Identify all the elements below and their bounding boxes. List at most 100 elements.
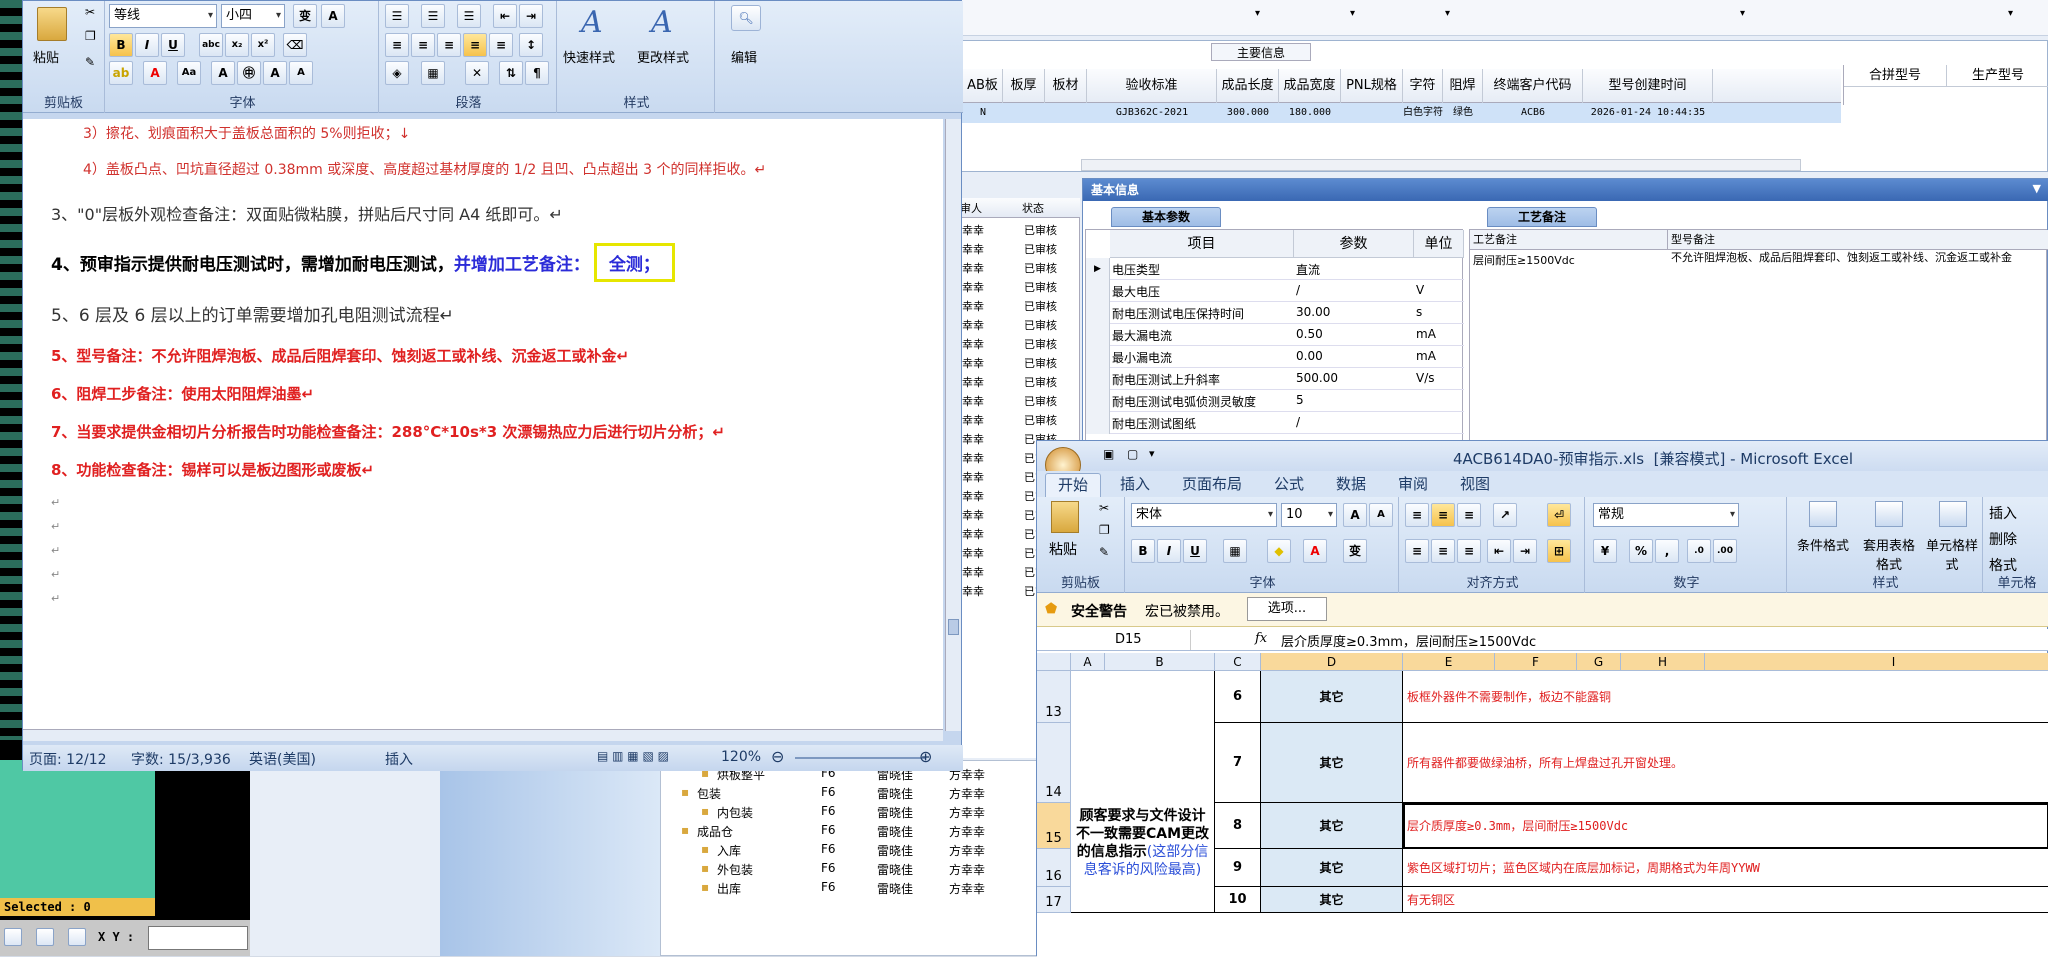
excel-tab[interactable]: 数据 bbox=[1323, 473, 1379, 497]
excel-indent-dec[interactable]: ⇤ bbox=[1487, 539, 1511, 563]
align-center-button[interactable]: ≡ bbox=[411, 33, 435, 57]
bullets-button[interactable]: ☰ bbox=[385, 4, 409, 28]
merge-center-button[interactable]: ⊞ bbox=[1547, 539, 1571, 563]
grid-cell[interactable]: ACB6 bbox=[1483, 103, 1583, 123]
excel-paste-icon[interactable] bbox=[1051, 501, 1079, 533]
grid-col-header[interactable]: PNL规格 bbox=[1341, 69, 1403, 103]
tree-row[interactable]: ▪ 出库 F6 雷晓佳 方幸幸 bbox=[661, 879, 1081, 898]
change-styles-button[interactable]: 更改样式 bbox=[637, 47, 689, 66]
excel-align-right[interactable]: ≡ bbox=[1457, 539, 1481, 563]
grid-cell[interactable] bbox=[1045, 103, 1087, 123]
font-color-button[interactable]: A bbox=[143, 61, 167, 85]
cad-xy-input[interactable] bbox=[148, 926, 248, 950]
zoom-level[interactable]: 120% bbox=[721, 749, 761, 765]
excel-cut-icon[interactable]: ✂ bbox=[1099, 501, 1109, 515]
audit-row[interactable]: 幸幸 已审核 bbox=[960, 258, 1080, 277]
audit-col-header[interactable]: 状态 bbox=[1022, 200, 1080, 216]
audit-row[interactable]: 幸幸 已审核 bbox=[960, 296, 1080, 315]
grid-cell[interactable]: 绿色 bbox=[1443, 103, 1483, 123]
doc-line-withstand[interactable]: 4、预审指示提供耐电压测试时，需增加耐电压测试，并增加工艺备注： 全测； bbox=[51, 243, 675, 282]
excel-fill-button[interactable]: ◆ bbox=[1267, 539, 1291, 563]
param-row[interactable]: 耐电压测试电弧侦测灵敏度 5 bbox=[1086, 390, 1464, 412]
grid-cell[interactable]: GJB362C-2021 bbox=[1087, 103, 1217, 123]
excel-tab[interactable]: 页面布局 bbox=[1169, 473, 1255, 497]
horizontal-scrollbar[interactable] bbox=[1081, 159, 1801, 171]
excel-tab[interactable]: 插入 bbox=[1107, 473, 1163, 497]
row-header[interactable]: 16 bbox=[1037, 849, 1071, 887]
cell-c[interactable]: 其它 bbox=[1261, 849, 1403, 887]
audit-col-header[interactable]: 审人 bbox=[960, 200, 1018, 216]
excel-font-combo[interactable]: 宋体 bbox=[1131, 503, 1277, 527]
audit-row[interactable]: 幸幸 已审核 bbox=[960, 315, 1080, 334]
superscript-button[interactable]: x² bbox=[251, 33, 275, 57]
process-note-text[interactable]: 层间耐压≥1500Vdc bbox=[1473, 252, 1663, 268]
quick-styles-button[interactable]: 快速样式 bbox=[563, 47, 615, 66]
cell-d[interactable]: 所有器件都要做绿油桥，所有上焊盘过孔开窗处理。 bbox=[1403, 723, 2048, 803]
cut-icon[interactable]: ✂ bbox=[85, 5, 95, 19]
grid-cell[interactable]: 白色字符 bbox=[1403, 103, 1443, 123]
tree-row[interactable]: ▪ 包装 F6 雷晓佳 方幸幸 bbox=[661, 784, 1081, 803]
cell-b[interactable]: 8 bbox=[1215, 803, 1261, 849]
char-shading-button[interactable]: A bbox=[321, 4, 345, 28]
cad-tool-icon[interactable] bbox=[36, 928, 54, 946]
percent-button[interactable]: % bbox=[1629, 539, 1653, 563]
doc-line-model-note[interactable]: 5、型号备注：不允许阻焊泡板、成品后阻焊套印、蚀刻返工或补线、沉金返工或补金↵ bbox=[51, 345, 629, 366]
column-header[interactable]: H bbox=[1621, 653, 1705, 671]
grid-cell[interactable] bbox=[1341, 103, 1403, 123]
doc-line-outer-check[interactable]: 3、"0"层板外观检查备注：双面贴微粘膜，拼贴后尺寸同 A4 纸即可。↵ bbox=[51, 201, 563, 225]
distributed-button[interactable]: ≡ bbox=[489, 33, 513, 57]
justify-button[interactable]: ≡ bbox=[463, 33, 487, 57]
excel-tab[interactable]: 开始 bbox=[1045, 473, 1101, 497]
cell-b[interactable]: 6 bbox=[1215, 671, 1261, 723]
zoom-slider[interactable] bbox=[795, 757, 925, 759]
scroll-thumb[interactable] bbox=[948, 619, 959, 635]
model-note-text[interactable]: 不允许阻焊泡板、成品后阻焊套印、蚀刻返工或补线、沉金返工或补金 bbox=[1671, 252, 2041, 264]
doc-horizontal-scrollbar[interactable] bbox=[23, 729, 943, 741]
column-header[interactable]: I bbox=[1705, 653, 2048, 671]
vertical-scrollbar[interactable] bbox=[945, 119, 961, 731]
insert-mode[interactable]: 插入 bbox=[385, 749, 413, 769]
show-marks-button[interactable]: ¶ bbox=[525, 61, 549, 85]
delete-cells-button[interactable]: 删除 bbox=[1989, 529, 2017, 549]
orientation-button[interactable]: ↗ bbox=[1493, 503, 1517, 527]
column-header[interactable]: B bbox=[1105, 653, 1215, 671]
doc-line-4[interactable]: 4）盖板凸点、凹坑直径超过 0.38mm 或深度、高度超过基材厚度的 1/2 且… bbox=[83, 159, 766, 179]
param-row[interactable]: 耐电压测试电压保持时间 30.00 s bbox=[1086, 302, 1464, 324]
grid-cell[interactable]: 300.000 bbox=[1217, 103, 1279, 123]
cad-tool-icon[interactable] bbox=[68, 928, 86, 946]
grid-selected-row[interactable]: N GJB362C-2021 300.000 180.000 白色字符 绿色 ACB6 202… bbox=[961, 103, 1841, 123]
language[interactable]: 英语(美国) bbox=[249, 749, 316, 769]
numbering-button[interactable]: ☰ bbox=[421, 4, 445, 28]
grid-col-header[interactable]: 板材 bbox=[1045, 69, 1087, 103]
edit-button[interactable]: 编辑 bbox=[731, 47, 757, 66]
doc-line-resistance[interactable]: 5、6 层及 6 层以上的订单需要增加孔电阻测试流程↵ bbox=[51, 301, 454, 326]
excel-size-combo[interactable]: 10 bbox=[1281, 503, 1337, 527]
grid-col-header[interactable]: 板厚 bbox=[1003, 69, 1045, 103]
font-name-combo[interactable]: 等线 bbox=[109, 4, 217, 28]
cell-b[interactable]: 10 bbox=[1215, 887, 1261, 913]
shading-button[interactable]: ◈ bbox=[385, 61, 409, 85]
subscript-button[interactable]: x₂ bbox=[225, 33, 249, 57]
cell-b[interactable]: 9 bbox=[1215, 849, 1261, 887]
italic-button[interactable]: I bbox=[135, 33, 159, 57]
tree-row[interactable]: ▪ 成品仓 F6 雷晓佳 方幸幸 bbox=[661, 822, 1081, 841]
param-row[interactable]: 最大漏电流 0.50 mA bbox=[1086, 324, 1464, 346]
increase-indent-button[interactable]: ⇥ bbox=[519, 4, 543, 28]
excel-italic-button[interactable]: I bbox=[1157, 539, 1181, 563]
strikethrough-button[interactable]: abc bbox=[199, 33, 223, 57]
align-top-button[interactable]: ≡ bbox=[1405, 503, 1429, 527]
view-buttons[interactable]: ▤ ▥ ▦ ▧ ▨ bbox=[597, 749, 669, 763]
change-styles-icon[interactable]: A bbox=[651, 5, 673, 40]
decrease-indent-button[interactable]: ⇤ bbox=[493, 4, 517, 28]
tree-row[interactable]: ▪ 入库 F6 雷晓佳 方幸幸 bbox=[661, 841, 1081, 860]
param-row[interactable]: ▶ 电压类型 直流 bbox=[1086, 258, 1464, 280]
collapse-icon[interactable]: ▼ bbox=[2033, 182, 2041, 195]
conditional-format-button[interactable]: 条件格式 bbox=[1791, 535, 1855, 554]
audit-row[interactable]: 幸幸 已审核 bbox=[960, 220, 1080, 239]
excel-bold-button[interactable]: B bbox=[1131, 539, 1155, 563]
excel-align-center[interactable]: ≡ bbox=[1431, 539, 1455, 563]
grid-col-header[interactable]: 合拼型号 bbox=[1844, 65, 1947, 87]
multilevel-list-button[interactable]: ☰ bbox=[457, 4, 481, 28]
param-col-header[interactable]: 单位 bbox=[1414, 230, 1464, 258]
audit-row[interactable]: 幸幸 已审核 bbox=[960, 353, 1080, 372]
